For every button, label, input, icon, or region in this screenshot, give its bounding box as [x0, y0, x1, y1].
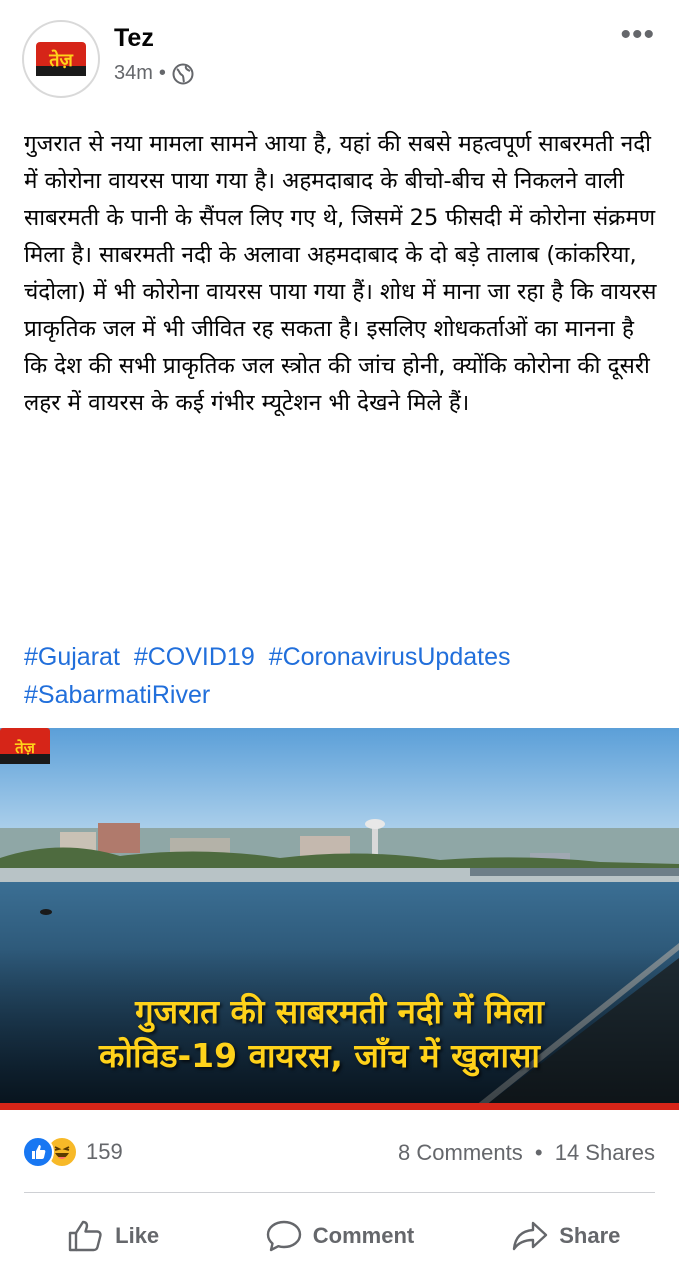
- image-headline: गुजरात की साबरमती नदी में मिला कोविड-19 …: [0, 990, 679, 1078]
- engagement-counts: 8 Comments • 14 Shares: [398, 1140, 655, 1166]
- page-avatar[interactable]: तेज़: [22, 20, 100, 98]
- reactions-summary[interactable]: 159: [22, 1136, 123, 1168]
- post-image[interactable]: गुजरात की साबरमती नदी में मिला कोविड-19 …: [0, 728, 679, 1110]
- meta-separator: •: [158, 62, 166, 84]
- more-options-icon[interactable]: •••: [620, 20, 655, 50]
- like-label: Like: [115, 1223, 160, 1248]
- stats-separator: •: [534, 1140, 543, 1165]
- hashtag-link[interactable]: #CoronavirusUpdates: [269, 643, 511, 671]
- action-bar: Like Comment Share: [0, 1200, 679, 1272]
- post-text: गुजरात से नया मामला सामने आया है, यहां क…: [24, 131, 657, 416]
- tez-watermark-logo: तेज़: [0, 728, 50, 764]
- comments-count[interactable]: 8 Comments: [398, 1140, 523, 1165]
- hashtag-link[interactable]: #COVID19: [134, 643, 255, 671]
- headline-line-1: गुजरात की साबरमती नदी में मिला: [135, 992, 544, 1031]
- thumbs-up-icon: [68, 1220, 102, 1252]
- tez-logo-icon: तेज़: [25, 23, 97, 95]
- hashtag-link[interactable]: #Gujarat: [24, 643, 120, 671]
- post-header: तेज़ Tez 34m • •••: [0, 0, 679, 110]
- shares-count[interactable]: 14 Shares: [555, 1140, 655, 1165]
- page-name[interactable]: Tez: [114, 24, 154, 53]
- post-time[interactable]: 34m: [114, 62, 153, 85]
- share-button[interactable]: Share: [453, 1200, 679, 1272]
- hashtag-link[interactable]: #SabarmatiRiver: [24, 681, 210, 709]
- watermark-logo-text: तेज़: [14, 739, 36, 757]
- comment-icon: [266, 1220, 301, 1252]
- share-label: Share: [559, 1223, 621, 1248]
- like-button[interactable]: Like: [0, 1200, 226, 1272]
- globe-icon: [172, 63, 194, 84]
- hashtags: #Gujarat #COVID19 #CoronavirusUpdates #S…: [24, 638, 664, 714]
- divider: [24, 1192, 655, 1193]
- reaction-count: 159: [86, 1139, 123, 1164]
- like-reaction-icon: [22, 1136, 54, 1168]
- comment-label: Comment: [312, 1223, 415, 1248]
- headline-line-2: कोविड-19 वायरस, जाँच में खुलासा: [99, 1036, 540, 1075]
- brand-strip: [0, 1103, 679, 1110]
- share-arrow-icon: [513, 1221, 548, 1251]
- post-meta: 34m •: [114, 62, 194, 85]
- comment-button[interactable]: Comment: [226, 1200, 452, 1272]
- post-stats: 159 8 Comments • 14 Shares: [0, 1130, 679, 1174]
- avatar-logo-text: तेज़: [48, 49, 73, 71]
